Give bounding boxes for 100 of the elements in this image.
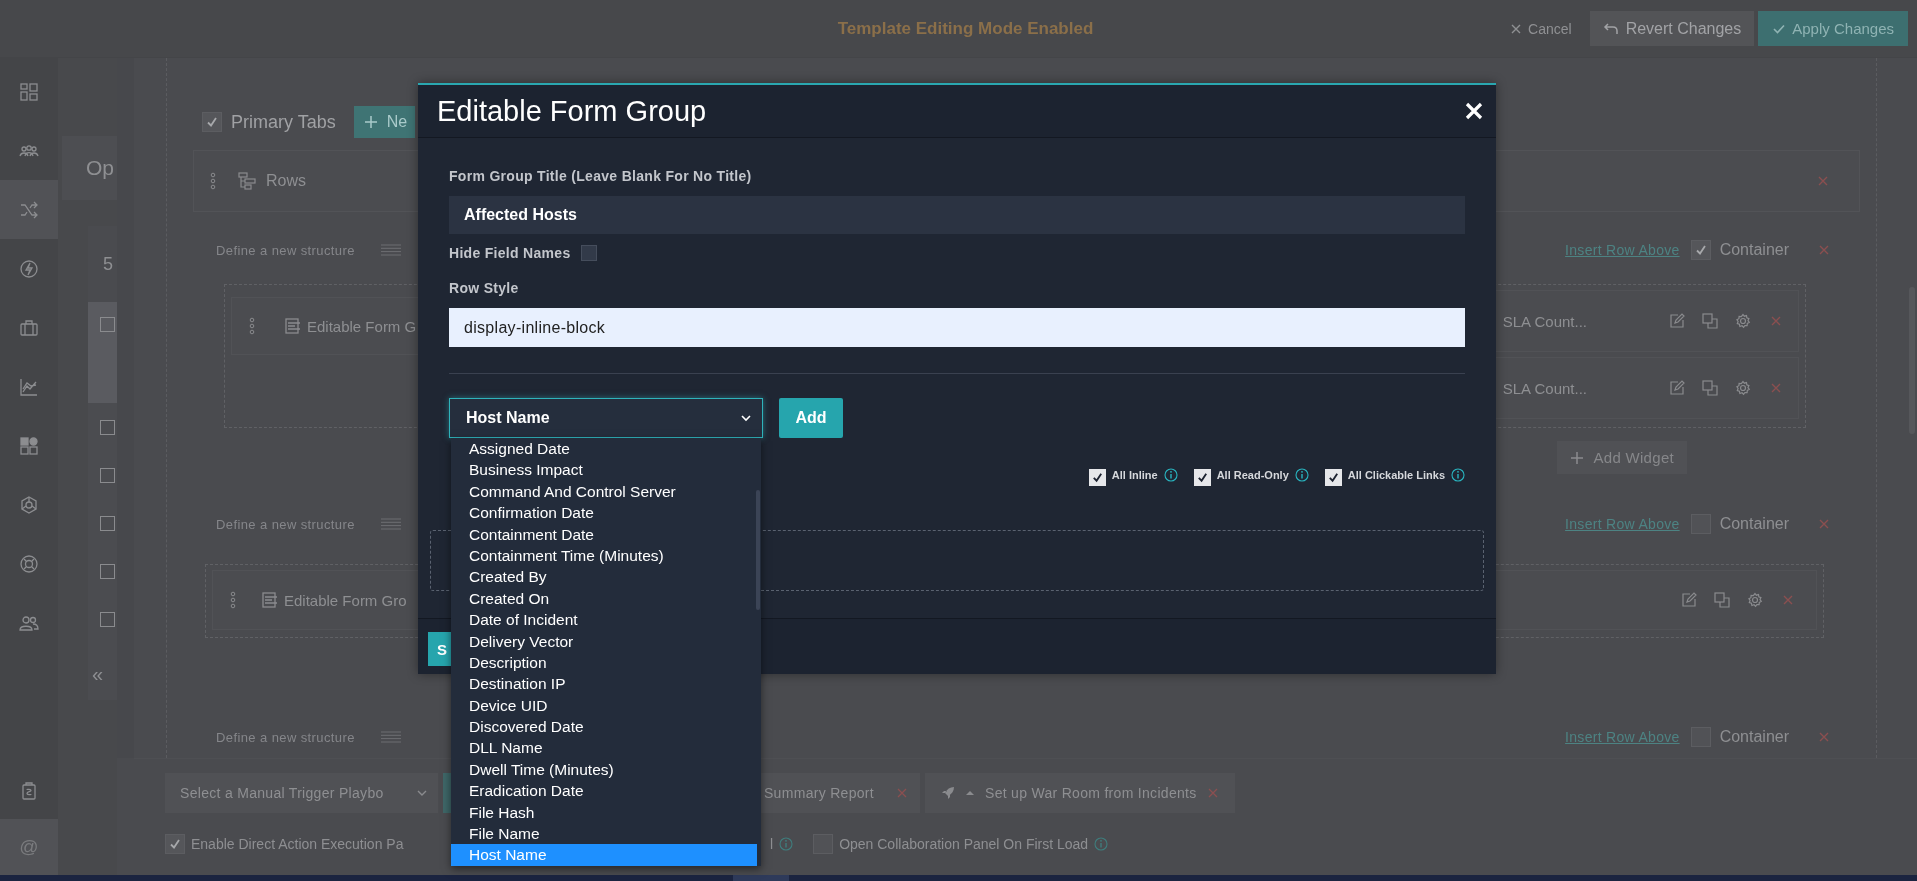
menu-icon[interactable] [380,244,401,256]
dropdown-option[interactable]: Eradication Date [451,780,757,802]
dropdown-option[interactable]: Containment Date [451,523,757,545]
dropdown-option[interactable]: Description [451,651,757,674]
check-icon [168,837,182,851]
check-icon [1326,470,1340,484]
delete-icon[interactable] [1770,382,1782,394]
info-icon[interactable] [1451,468,1465,482]
settings-icon[interactable] [1735,313,1751,329]
toggle-checkbox[interactable] [1193,468,1211,486]
rocket-icon [941,786,955,800]
check-icon [1090,470,1104,484]
option-label: Open Collaboration Panel On First Load [839,836,1089,852]
delete-icon[interactable] [1818,731,1830,743]
settings-icon[interactable] [1747,592,1763,608]
dropdown-option[interactable]: Business Impact [451,459,757,481]
dropdown-option[interactable]: Discovered Date [451,716,757,738]
container-checkbox[interactable] [1690,240,1711,260]
toggle-label: All Read-Only [1216,469,1289,481]
undo-icon [1602,20,1619,37]
form-group-title-field[interactable]: Affected Hosts [449,196,1465,234]
primary-tabs-label: Primary Tabs [231,111,336,133]
structure-label: Define a new structure [216,242,355,258]
widget-title: SLA Count... [1502,312,1587,330]
lightning-icon [19,258,39,279]
settings-icon[interactable] [1735,380,1751,396]
structure-label: Define a new structure [216,516,355,532]
check-icon [1195,470,1209,484]
shuffle-icon [19,199,39,220]
clipboard-icon [19,781,39,801]
container-label: Container [1719,241,1789,259]
toggle-checkbox[interactable] [1088,468,1106,486]
info-icon[interactable] [1294,468,1309,482]
line-chart-icon [19,376,39,397]
row-checkbox[interactable] [100,611,115,627]
chevron-down-icon [740,412,752,424]
primary-tabs-checkbox[interactable] [202,112,222,132]
dropdown-option[interactable]: File Hash [451,801,757,824]
info-icon[interactable] [1163,468,1178,482]
caret-up-icon [965,788,975,798]
row-checkbox[interactable] [100,419,115,435]
dropdown-option[interactable]: Destination IP [451,673,757,695]
rows-title: Rows [266,172,306,190]
copy-icon[interactable] [1702,313,1718,329]
check-icon [205,115,219,129]
dropdown-option[interactable]: Created On [451,587,757,610]
widget-title: Editable Form Gro [284,591,407,609]
plus-icon [363,115,378,129]
menu-icon[interactable] [380,731,401,743]
container-label: Container [1719,728,1789,746]
row-style-field[interactable]: display-inline-block [449,308,1465,347]
dropdown-option[interactable]: Assigned Date [451,438,757,460]
delete-icon[interactable] [1818,518,1830,530]
row-checkbox[interactable] [100,563,115,579]
dropdown-option[interactable]: File Name [451,823,757,845]
dropdown-option[interactable]: Command And Control Server [451,480,757,503]
widget-title: Editable Form G [307,317,417,335]
dropdown-option[interactable]: Delivery Vector [451,630,757,652]
menu-icon[interactable] [380,518,401,530]
tree-icon [238,172,256,190]
dialog-title: Editable Form Group [437,94,707,128]
hide-field-names-checkbox[interactable] [580,245,597,261]
row-checkbox[interactable] [100,515,115,531]
delete-icon[interactable] [1818,244,1830,256]
dropdown-option[interactable]: Created By [451,566,757,588]
grid-icon [19,81,39,102]
option-checkbox[interactable] [165,834,185,854]
dropdown-option[interactable]: DLL Name [451,737,757,759]
field-select[interactable]: Host Name [449,398,763,438]
options-panel-header: Op [62,136,117,200]
drag-handle-icon[interactable] [210,172,216,190]
dropdown-option[interactable]: Confirmation Date [451,502,757,524]
container-label: Container [1719,515,1789,533]
close-icon [1510,22,1523,35]
row-checkbox[interactable] [100,467,115,483]
widget-title: SLA Count... [1502,379,1587,397]
edit-icon[interactable] [1681,592,1697,608]
plus-icon [1570,450,1585,465]
drag-handle-icon[interactable] [230,591,236,609]
delete-icon[interactable] [1770,315,1782,327]
row-checkbox[interactable] [100,317,115,332]
mode-banner-title: Template Editing Mode Enabled [836,18,1094,39]
edit-icon[interactable] [1669,380,1685,396]
copy-icon[interactable] [1714,592,1730,608]
toggle-label: All Inline [1111,469,1158,481]
tiles-icon [19,435,39,456]
dropdown-option[interactable]: Dwell Time (Minutes) [451,758,757,781]
structure-label: Define a new structure [216,729,355,745]
dropdown-option[interactable]: Device UID [451,694,757,717]
delete-icon[interactable] [1782,594,1794,606]
dropdown-option[interactable]: Containment Time (Minutes) [451,544,757,567]
form-icon [285,318,301,334]
edit-icon[interactable] [1669,313,1685,329]
toggle-checkbox[interactable] [1324,468,1342,486]
dropdown-option[interactable]: Date of Incident [451,609,757,631]
field-label: Row Style [449,280,520,296]
toggle-label: All Clickable Links [1347,469,1445,481]
copy-icon[interactable] [1702,380,1718,396]
drag-handle-icon[interactable] [249,317,255,335]
delete-icon[interactable] [1817,175,1829,187]
